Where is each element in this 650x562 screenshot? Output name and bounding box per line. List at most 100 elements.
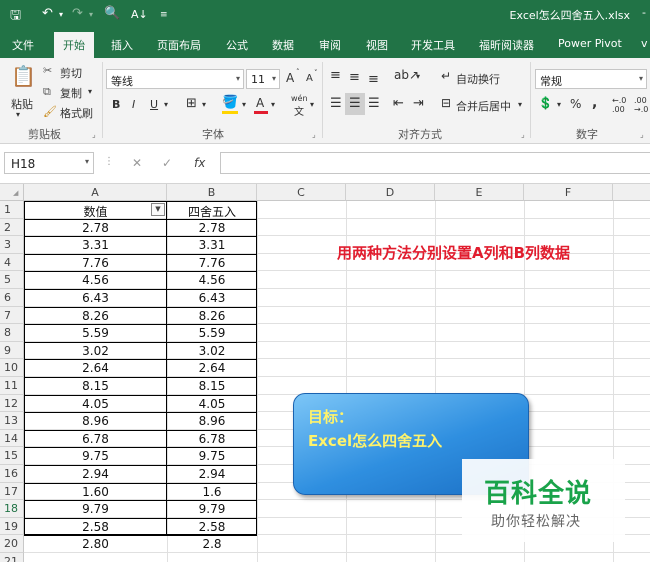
tab-insert[interactable]: 插入	[111, 37, 133, 53]
format-painter-button[interactable]: 格式刷	[60, 105, 93, 121]
table-cell-a[interactable]: 6.43	[24, 290, 167, 308]
row-header-15[interactable]: 15	[0, 447, 24, 465]
filter-dropdown-icon[interactable]: ▼	[151, 203, 165, 216]
table-cell-b[interactable]: 8.26	[167, 308, 257, 326]
table-cell-a[interactable]: 5.59	[24, 325, 167, 343]
font-size-select[interactable]: 11 ▾	[246, 69, 280, 89]
copy-icon[interactable]: ⧉	[43, 85, 51, 99]
align-center-icon[interactable]: ☰	[349, 96, 361, 111]
undo-icon[interactable]: ↶	[42, 6, 53, 21]
tab-developer[interactable]: 开发工具	[411, 37, 455, 53]
table-cell-b[interactable]: 1.6	[167, 484, 257, 502]
tab-review[interactable]: 审阅	[319, 37, 341, 53]
table-cell-a[interactable]: 2.64	[24, 360, 167, 378]
table-cell-b[interactable]: 3.02	[167, 343, 257, 361]
table-cell-a[interactable]: 8.26	[24, 308, 167, 326]
accounting-dropdown-icon[interactable]: ▾	[557, 100, 561, 109]
column-header-b[interactable]: B	[167, 184, 257, 201]
table-cell-a[interactable]: 8.15	[24, 378, 167, 396]
insert-function-button[interactable]: fx	[194, 156, 205, 170]
save-icon[interactable]: 🖫	[10, 6, 21, 28]
wrap-text-button[interactable]: 自动换行	[456, 71, 500, 87]
merge-dropdown-icon[interactable]: ▾	[518, 100, 522, 109]
worksheet-grid[interactable]: ◢ A B C D E F 1 2 3 4 5 6 7 8 9 10 11 12 13 14 15 16 17 18 19 20 2…	[0, 184, 650, 562]
increase-indent-icon[interactable]: ⇥	[413, 96, 424, 111]
decrease-decimal-icon[interactable]: .00 →.0	[634, 96, 648, 114]
decrease-font-button[interactable]: A	[306, 73, 313, 84]
table-cell-b[interactable]: 2.64	[167, 360, 257, 378]
cut-button[interactable]: 剪切	[60, 65, 82, 81]
align-middle-icon[interactable]: ≡	[349, 70, 360, 85]
row-header-12[interactable]: 12	[0, 394, 24, 413]
redo-icon[interactable]: ↷	[72, 6, 83, 21]
align-bottom-icon[interactable]: ≡	[368, 72, 379, 87]
number-launcher-icon[interactable]: ⌟	[640, 130, 644, 139]
table-cell-a[interactable]: 2.78	[24, 220, 167, 238]
row-header-3[interactable]: 3	[0, 236, 24, 254]
table-cell-a[interactable]: 3.31	[24, 237, 167, 255]
italic-button[interactable]: I	[132, 98, 135, 111]
tab-file[interactable]: 文件	[12, 37, 34, 53]
align-right-icon[interactable]: ☰	[368, 96, 380, 111]
table-cell-b[interactable]: 7.76	[167, 255, 257, 273]
table-cell-a[interactable]: 8.96	[24, 413, 167, 431]
increase-font-button[interactable]: A	[286, 71, 294, 85]
row-header-5[interactable]: 5	[0, 271, 24, 289]
table-cell-a[interactable]: 2.80	[24, 536, 167, 554]
table-cell-b[interactable]: 9.79	[167, 501, 257, 519]
phonetic-button[interactable]: wén	[291, 94, 308, 103]
paste-dropdown-icon[interactable]: ▾	[16, 110, 20, 119]
column-header-c[interactable]: C	[257, 184, 346, 201]
name-box[interactable]: H18 ▾	[4, 152, 94, 174]
column-header-d[interactable]: D	[346, 184, 435, 201]
redo-dropdown-icon[interactable]: ▾	[89, 10, 93, 19]
merge-center-icon[interactable]: ⊟	[441, 96, 451, 110]
table-cell-b[interactable]: 8.96	[167, 413, 257, 431]
row-header-17[interactable]: 17	[0, 482, 24, 501]
formula-input[interactable]	[220, 152, 650, 174]
table-cell-b[interactable]: 6.43	[167, 290, 257, 308]
print-preview-icon[interactable]: 🔍	[104, 6, 120, 21]
row-header-6[interactable]: 6	[0, 289, 24, 307]
percent-button[interactable]: %	[570, 97, 581, 111]
table-cell-a[interactable]: 2.58	[24, 519, 167, 537]
row-header-19[interactable]: 19	[0, 517, 24, 536]
table-cell-a[interactable]: 4.56	[24, 272, 167, 290]
sort-az-icon[interactable]: A↓	[131, 8, 148, 21]
increase-decimal-icon[interactable]: ←.0.00	[612, 96, 626, 114]
row-header-10[interactable]: 10	[0, 359, 24, 377]
accounting-format-icon[interactable]: 💲	[538, 96, 553, 110]
column-header-f[interactable]: F	[524, 184, 613, 201]
orientation-dropdown-icon[interactable]: ▾	[416, 72, 420, 81]
row-header-1[interactable]: 1	[0, 201, 24, 219]
font-name-select[interactable]: 等线 ▾	[106, 69, 244, 89]
merge-center-button[interactable]: 合并后居中	[456, 98, 511, 114]
table-cell-b[interactable]: 3.31	[167, 237, 257, 255]
row-header-7[interactable]: 7	[0, 306, 24, 325]
minimize-button[interactable]: -	[642, 6, 646, 19]
table-cell-b[interactable]: 4.05	[167, 396, 257, 414]
select-all-corner[interactable]	[0, 184, 24, 201]
table-cell-a[interactable]: 2.94	[24, 466, 167, 484]
align-left-icon[interactable]: ☰	[330, 96, 342, 111]
table-cell-b[interactable]: 2.78	[167, 220, 257, 238]
row-header-13[interactable]: 13	[0, 412, 24, 430]
border-dropdown-icon[interactable]: ▾	[202, 100, 206, 109]
table-cell-b[interactable]: 8.15	[167, 378, 257, 396]
column-header-a[interactable]: A	[24, 184, 167, 201]
number-format-select[interactable]: 常规 ▾	[535, 69, 647, 89]
copy-dropdown-icon[interactable]: ▾	[88, 87, 92, 96]
fill-color-icon[interactable]: 🪣	[222, 95, 238, 110]
cancel-entry-button[interactable]: ✕	[132, 156, 142, 170]
decrease-indent-icon[interactable]: ⇤	[393, 96, 404, 111]
confirm-entry-button[interactable]: ✓	[162, 156, 172, 170]
phonetic-dropdown-icon[interactable]: ▾	[310, 100, 314, 109]
alignment-launcher-icon[interactable]: ⌟	[521, 130, 525, 139]
row-header-8[interactable]: 8	[0, 324, 24, 342]
underline-button[interactable]: U	[150, 98, 158, 111]
format-painter-icon[interactable]: 🖌	[43, 105, 57, 118]
column-header-e[interactable]: E	[435, 184, 524, 201]
border-icon[interactable]: ⊞	[186, 96, 197, 111]
tab-foxit-reader[interactable]: 福昕阅读器	[479, 37, 534, 53]
tab-home[interactable]: 开始	[54, 32, 94, 58]
